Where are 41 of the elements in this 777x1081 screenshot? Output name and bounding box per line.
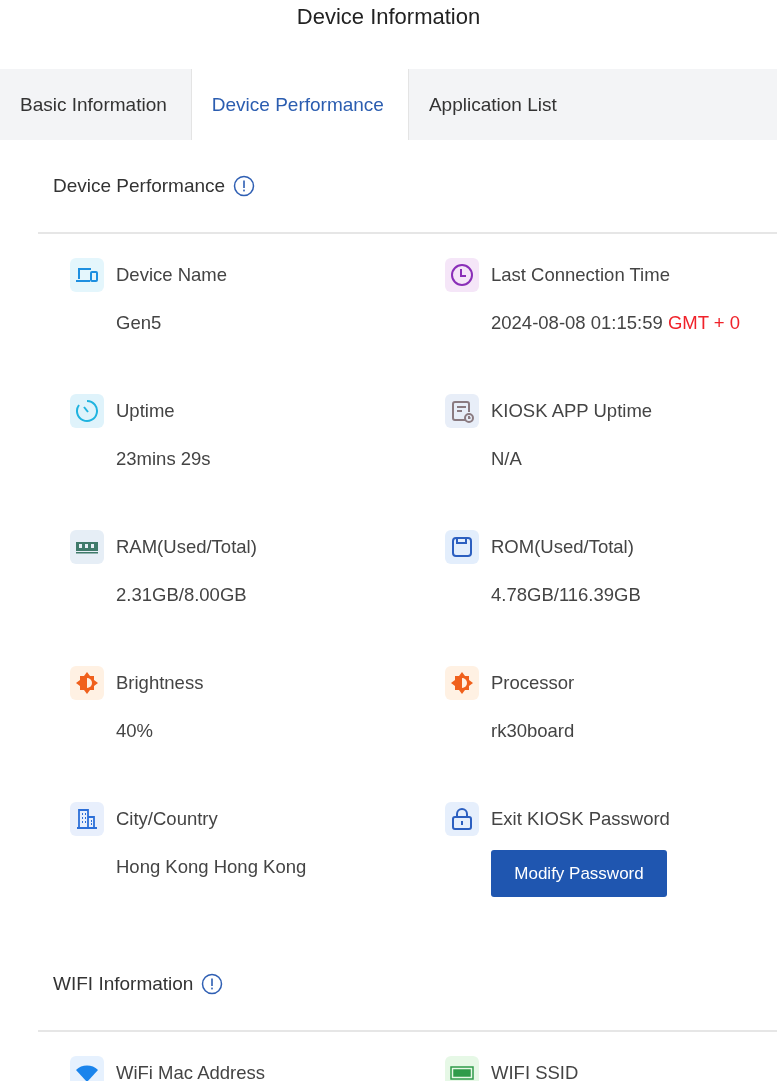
- field-label: Exit KIOSK Password: [491, 808, 670, 830]
- field-value: 2.31GB/8.00GB: [115, 584, 248, 606]
- field-label: Uptime: [116, 400, 175, 422]
- field-value: N/A: [490, 448, 523, 470]
- building-icon: [70, 802, 104, 836]
- section-heading: WIFI Information: [53, 973, 194, 995]
- info-icon[interactable]: [201, 973, 224, 995]
- field-label: RAM(Used/Total): [116, 536, 257, 558]
- card-icon: [445, 1056, 479, 1081]
- field-label: City/Country: [116, 808, 218, 830]
- field-label: WIFI SSID: [491, 1062, 579, 1081]
- lock-icon: [445, 802, 479, 836]
- document-clock-icon: [445, 394, 479, 428]
- field-value: 23mins 29s: [115, 448, 212, 470]
- field-value: 4.78GB/116.39GB: [490, 584, 642, 606]
- wifi-icon: [70, 1056, 104, 1081]
- field-label: Brightness: [116, 672, 204, 694]
- laptop-phone-icon: [70, 258, 104, 292]
- sun-icon: [445, 666, 479, 700]
- field-value: rk30board: [490, 720, 576, 742]
- tab[interactable]: Basic Information: [0, 69, 191, 140]
- info-icon[interactable]: [233, 175, 256, 197]
- field-value: 40%: [115, 720, 155, 742]
- timer-icon: [70, 394, 104, 428]
- page-title: Device Information: [295, 3, 482, 31]
- field-label: Processor: [491, 672, 575, 694]
- memory-chip-icon: [70, 530, 104, 564]
- section-heading: Device Performance: [53, 175, 226, 197]
- field-label: Last Connection Time: [491, 264, 670, 286]
- field-value: Gen5: [115, 312, 163, 334]
- tab[interactable]: Device Performance: [190, 69, 409, 140]
- field-value: Hong Kong Hong Kong: [115, 856, 308, 878]
- field-label: KIOSK APP Uptime: [491, 400, 653, 422]
- field-label: WiFi Mac Address: [116, 1062, 266, 1081]
- field-value: 2024-08-08 01:15:59 GMT + 0: [490, 312, 742, 334]
- sun-icon: [70, 666, 104, 700]
- tab[interactable]: Application List: [408, 69, 581, 140]
- field-label: ROM(Used/Total): [491, 536, 634, 558]
- clock-icon: [445, 258, 479, 292]
- field-label: Device Name: [116, 264, 228, 286]
- modify-password-button[interactable]: Modify Password: [491, 850, 667, 897]
